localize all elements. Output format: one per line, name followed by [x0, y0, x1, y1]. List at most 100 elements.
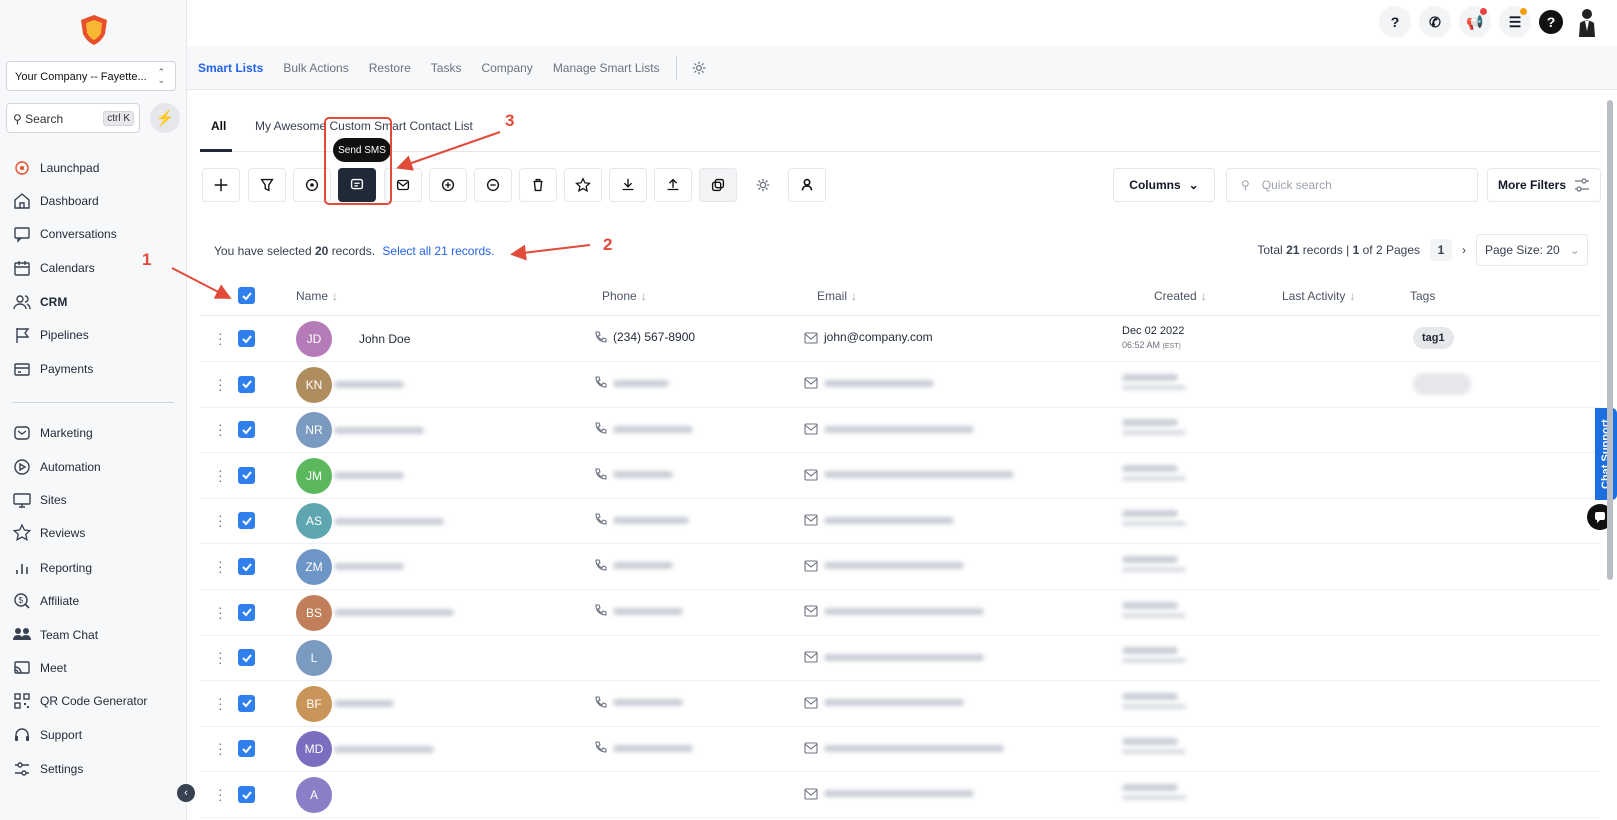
sidebar-item-payments[interactable]: Payments	[12, 357, 182, 381]
row-menu-button[interactable]: · · ·	[218, 645, 223, 669]
contact-email-redacted[interactable]	[804, 740, 1004, 754]
contact-name-redacted[interactable]	[334, 605, 454, 619]
announcements-button[interactable]: 📢	[1459, 6, 1491, 38]
sidebar-item-pipelines[interactable]: Pipelines	[12, 323, 182, 347]
sidebar-item-qr-code-generator[interactable]: QR Code Generator	[12, 689, 182, 713]
sidebar-collapse-button[interactable]: ‹	[177, 784, 195, 802]
column-created[interactable]: Created ↓	[1154, 289, 1207, 303]
sidebar-item-conversations[interactable]: Conversations	[12, 222, 182, 246]
table-row[interactable]: · · · ZM	[200, 544, 1600, 590]
table-row[interactable]: · · · BS	[200, 590, 1600, 636]
row-menu-button[interactable]: · · ·	[218, 463, 223, 487]
contact-email-redacted[interactable]	[804, 421, 974, 435]
contact-phone-redacted[interactable]	[593, 376, 669, 391]
chat-support-tab[interactable]: Chat Support	[1595, 408, 1617, 500]
contact-phone-redacted[interactable]	[593, 421, 693, 436]
more-filters-button[interactable]: More Filters	[1487, 168, 1601, 202]
tab-smart-lists[interactable]: Smart Lists	[198, 61, 263, 75]
column-email[interactable]: Email ↓	[817, 289, 857, 303]
row-checkbox[interactable]	[238, 786, 255, 803]
sidebar-item-sites[interactable]: Sites	[12, 488, 182, 512]
row-menu-button[interactable]: · · ·	[218, 782, 223, 806]
contact-phone-redacted[interactable]	[593, 558, 673, 573]
contact-email-redacted[interactable]	[804, 512, 954, 526]
sidebar-item-reviews[interactable]: Reviews	[12, 521, 182, 545]
sidebar-item-automation[interactable]: Automation	[12, 455, 182, 479]
scrollbar[interactable]	[1607, 100, 1613, 580]
select-all-checkbox[interactable]	[238, 287, 255, 304]
add-to-pipeline-button[interactable]	[248, 168, 286, 202]
row-checkbox[interactable]	[238, 740, 255, 758]
merge-button[interactable]	[699, 168, 737, 202]
delete-button[interactable]	[519, 168, 557, 202]
search-input[interactable]: ⚲ Search ctrl K	[6, 103, 140, 133]
row-checkbox[interactable]	[238, 512, 255, 530]
row-checkbox[interactable]	[238, 649, 255, 667]
contact-email-redacted[interactable]	[804, 786, 974, 800]
contact-name-redacted[interactable]	[334, 696, 394, 710]
contact-name-redacted[interactable]	[334, 513, 444, 527]
contact-email[interactable]: john@company.com	[804, 330, 933, 344]
contact-email-redacted[interactable]	[804, 376, 934, 390]
sidebar-item-settings[interactable]: Settings	[12, 757, 182, 781]
contact-name-redacted[interactable]	[334, 422, 424, 436]
sidebar-item-affiliate[interactable]: $ Affiliate	[12, 589, 182, 613]
sidebar-item-team-chat[interactable]: Team Chat	[12, 623, 182, 647]
tab-manage-smart-lists[interactable]: Manage Smart Lists	[553, 61, 660, 75]
quick-search-input[interactable]: ⚲ Quick search	[1226, 168, 1478, 202]
quick-actions-button[interactable]: ⚡	[150, 103, 180, 133]
row-checkbox[interactable]	[238, 375, 255, 393]
sidebar-item-support[interactable]: Support	[12, 723, 182, 747]
row-menu-button[interactable]: · · ·	[218, 417, 223, 441]
columns-button[interactable]: Columns ⌄	[1113, 168, 1215, 202]
column-last-activity[interactable]: Last Activity ↓	[1282, 289, 1355, 303]
user-avatar[interactable]	[1571, 6, 1603, 38]
row-checkbox[interactable]	[238, 421, 255, 439]
tab-bulk-actions[interactable]: Bulk Actions	[283, 61, 348, 75]
sidebar-item-calendars[interactable]: Calendars	[12, 256, 182, 280]
sidebar-item-marketing[interactable]: Marketing	[12, 421, 182, 445]
column-phone[interactable]: Phone ↓	[602, 289, 647, 303]
contact-phone-redacted[interactable]	[593, 695, 683, 710]
toolbar-settings-button[interactable]	[744, 168, 782, 202]
table-row[interactable]: · · · L	[200, 635, 1600, 682]
tab-all[interactable]: All	[211, 119, 226, 133]
contact-phone-redacted[interactable]	[593, 467, 673, 482]
row-checkbox[interactable]	[238, 330, 255, 347]
sidebar-item-launchpad[interactable]: Launchpad	[12, 156, 182, 180]
row-menu-button[interactable]: · · ·	[218, 736, 223, 760]
row-checkbox[interactable]	[238, 603, 255, 621]
tab-company[interactable]: Company	[481, 61, 532, 75]
table-row[interactable]: · · · BF	[200, 681, 1600, 727]
page-size-select[interactable]: Page Size: 20 ⌄	[1476, 234, 1588, 266]
contact-name[interactable]: John Doe	[359, 332, 410, 346]
contact-phone-redacted[interactable]	[593, 512, 689, 527]
column-tags[interactable]: Tags	[1410, 289, 1435, 303]
sidebar-item-reporting[interactable]: Reporting	[12, 556, 182, 580]
row-menu-button[interactable]: · · ·	[218, 691, 223, 715]
table-row[interactable]: · · · KN	[200, 362, 1600, 408]
contact-phone[interactable]: (234) 567-8900	[593, 330, 695, 345]
contact-email-redacted[interactable]	[804, 604, 984, 618]
review-request-button[interactable]	[564, 168, 602, 202]
page-number-button[interactable]: 1	[1430, 239, 1452, 261]
sidebar-item-crm[interactable]: CRM	[12, 290, 182, 314]
contact-email-redacted[interactable]	[804, 467, 1014, 481]
contact-email-redacted[interactable]	[804, 558, 964, 572]
table-row[interactable]: · · · MD	[200, 726, 1600, 773]
contact-name-redacted[interactable]	[334, 559, 404, 573]
row-menu-button[interactable]: · · ·	[218, 554, 223, 578]
tag-badge-redacted[interactable]	[1413, 372, 1471, 395]
import-button[interactable]	[654, 168, 692, 202]
row-checkbox[interactable]	[238, 466, 255, 484]
company-selector[interactable]: Your Company -- Fayette... ⌃ ⌄	[6, 61, 176, 91]
tab-restore[interactable]: Restore	[369, 61, 411, 75]
contact-name-redacted[interactable]	[334, 741, 434, 755]
row-menu-button[interactable]: · · ·	[218, 372, 223, 396]
sidebar-item-meet[interactable]: Meet	[12, 656, 182, 680]
contact-email-redacted[interactable]	[804, 695, 964, 709]
next-page-button[interactable]: ›	[1462, 243, 1466, 257]
row-checkbox[interactable]	[238, 558, 255, 575]
column-name[interactable]: Name ↓	[296, 289, 338, 303]
info-button[interactable]: ?	[1539, 10, 1563, 34]
